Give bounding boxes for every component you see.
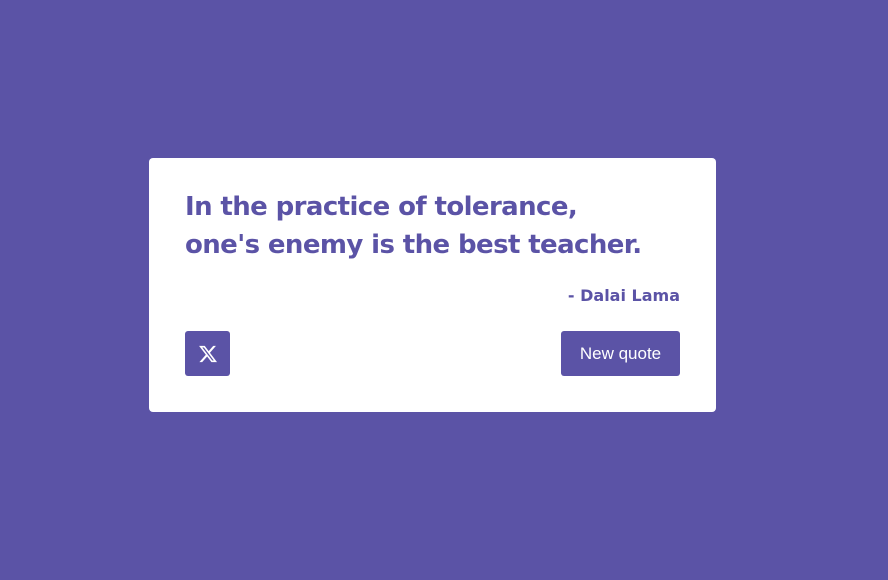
quote-text: In the practice of tolerance, one's enem… — [185, 192, 642, 260]
quote-box: In the practice of tolerance, one's enem… — [149, 158, 716, 412]
new-quote-button[interactable]: New quote — [561, 331, 680, 376]
tweet-quote-button[interactable] — [185, 331, 230, 376]
quote-author: - Dalai Lama — [567, 286, 680, 305]
x-logo-icon — [198, 345, 217, 362]
quote-actions: New quote — [185, 331, 680, 376]
